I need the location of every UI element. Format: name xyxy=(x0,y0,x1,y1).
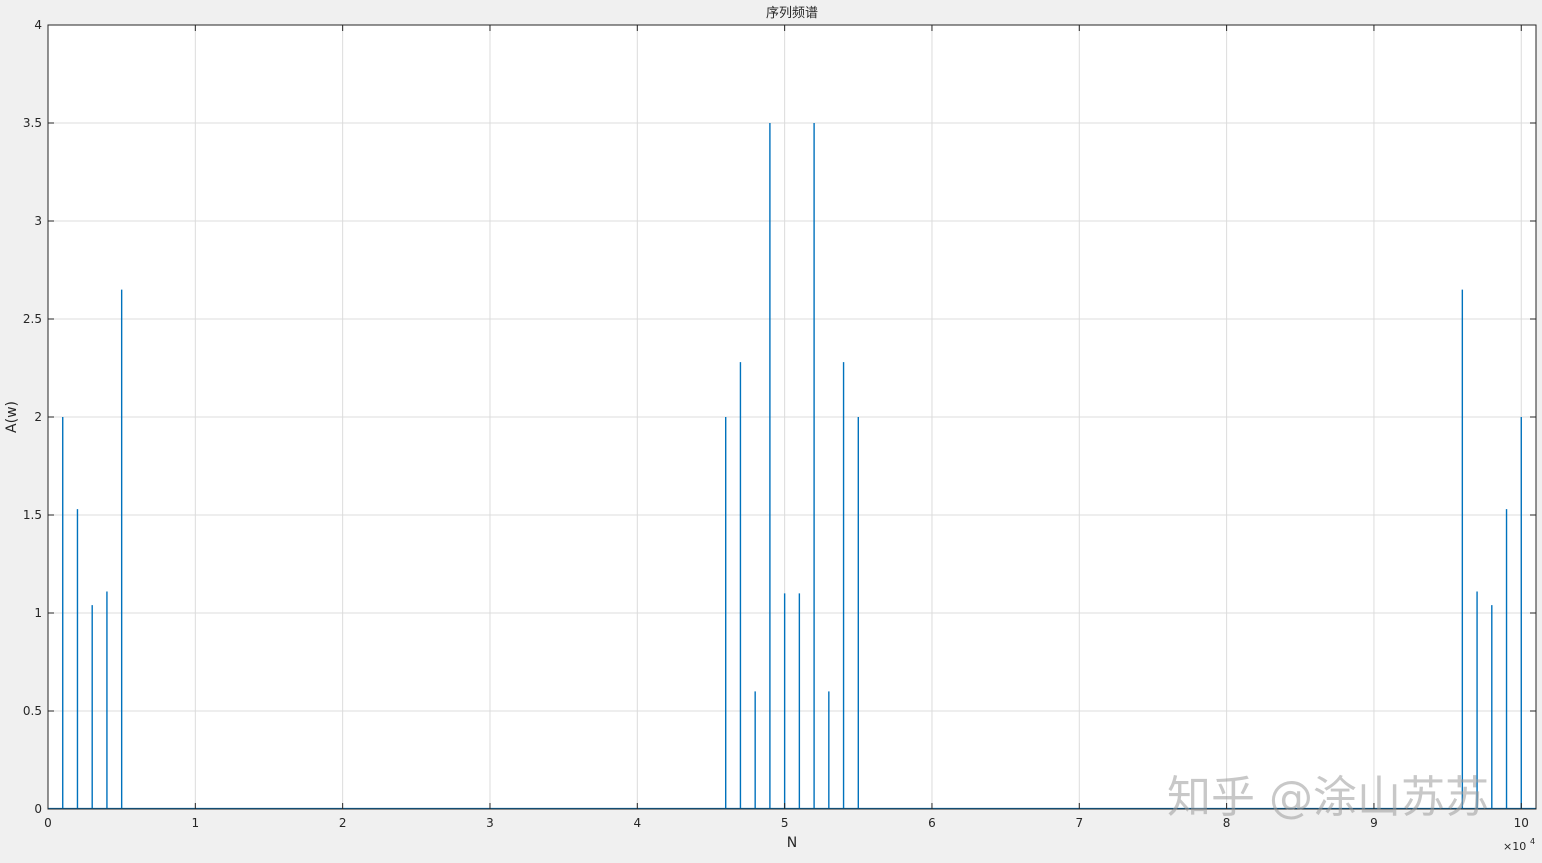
x-tick-label: 6 xyxy=(928,816,936,830)
y-tick-label: 2.5 xyxy=(23,312,42,326)
y-tick-label: 2 xyxy=(34,410,42,424)
x-tick-label: 1 xyxy=(192,816,200,830)
spectrum-chart: 0 1 2 3 4 5 6 7 8 9 1000.511.522.533.54 序列频谱 N A(w… xyxy=(4,6,1537,853)
y-tick-label: 4 xyxy=(34,18,42,32)
x-tick-label: 4 xyxy=(633,816,641,830)
y-tick-label: 0 xyxy=(34,802,42,816)
x-tick-label: 10 xyxy=(1514,816,1529,830)
x-exponent-base: ×10 xyxy=(1503,840,1526,853)
chart-title: 序列频谱 xyxy=(766,6,818,21)
x-tick-label: 2 xyxy=(339,816,347,830)
x-tick-label: 0 xyxy=(44,816,52,830)
x-tick-label: 5 xyxy=(781,816,789,830)
x-tick-label: 3 xyxy=(486,816,494,830)
y-tick-label: 1 xyxy=(34,606,42,620)
y-tick-label: 0.5 xyxy=(23,704,42,718)
figure-window: 0 1 2 3 4 5 6 7 8 9 10 0 0.5 1 1.5 2 2.5 3 3.5 4 序列频谱 N A(w… xyxy=(0,0,1542,859)
x-axis-label: N xyxy=(787,835,797,851)
x-exponent-power: 4 xyxy=(1530,837,1535,846)
x-tick-label: 7 xyxy=(1075,816,1083,830)
y-tick-label: 3.5 xyxy=(23,116,42,130)
y-tick-label: 3 xyxy=(34,214,42,228)
y-tick-label: 1.5 xyxy=(23,508,42,522)
y-axis-label: A(w) xyxy=(4,401,20,433)
x-exponent: ×10 4 xyxy=(1503,837,1535,853)
watermark: 知乎 @涂山苏苏 xyxy=(1167,772,1489,823)
